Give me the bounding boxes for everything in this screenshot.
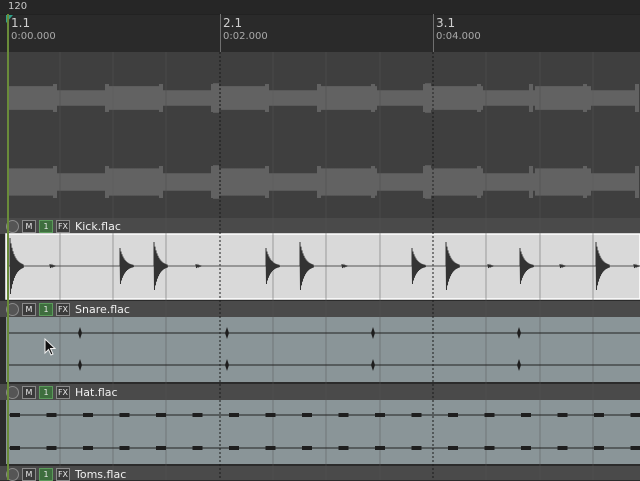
hat-transient — [266, 446, 276, 450]
hat-transient — [10, 413, 20, 417]
hat-transient — [156, 413, 166, 417]
mute-button[interactable]: M — [22, 303, 36, 316]
time-label: 0:00.000 — [11, 31, 56, 42]
take-button[interactable]: 1 — [39, 303, 53, 316]
hat-transient — [229, 413, 239, 417]
play-cursor[interactable] — [7, 14, 9, 480]
hat-transient — [266, 413, 276, 417]
mute-button[interactable]: M — [22, 386, 36, 399]
hat-transient — [631, 413, 640, 417]
hat-transient — [558, 413, 568, 417]
hat-transient — [83, 446, 93, 450]
fx-button[interactable]: FX — [56, 220, 70, 233]
track-area[interactable] — [0, 52, 640, 480]
hat-transient — [47, 446, 57, 450]
item-name: Kick.flac — [75, 220, 121, 233]
tempo-lane[interactable]: 120 — [0, 0, 640, 15]
hat-transient — [120, 413, 130, 417]
timeline-ruler[interactable]: 120 1.1 0:00.000 2.1 0:02.000 3.1 0:04.0… — [0, 0, 640, 52]
hat-transient — [47, 413, 57, 417]
hat-transient — [485, 413, 495, 417]
bar-tick — [433, 14, 434, 52]
hat-transient — [193, 413, 203, 417]
hat-transient — [83, 413, 93, 417]
item-header-hat[interactable]: M 1 FX Hat.flac — [6, 385, 118, 399]
hat-transient — [521, 413, 531, 417]
hat-transient — [339, 446, 349, 450]
fx-button[interactable]: FX — [56, 468, 70, 481]
hat-transient — [521, 446, 531, 450]
hat-transient — [10, 446, 20, 450]
hat-transient — [229, 446, 239, 450]
mute-button[interactable]: M — [22, 220, 36, 233]
hat-transient — [485, 446, 495, 450]
hat-transient — [412, 446, 422, 450]
hat-transient — [193, 446, 203, 450]
fx-button[interactable]: FX — [56, 303, 70, 316]
hat-transient — [594, 413, 604, 417]
bar-label: 3.1 — [436, 16, 455, 30]
bar-label: 1.1 — [11, 16, 30, 30]
hat-transient — [448, 446, 458, 450]
hat-transient — [375, 413, 385, 417]
mouse-pointer-icon — [44, 338, 58, 358]
item-header-kick[interactable]: M 1 FX Kick.flac — [6, 219, 121, 233]
item-header-snare[interactable]: M 1 FX Snare.flac — [6, 302, 130, 316]
hat-transient — [302, 446, 312, 450]
item-name: Snare.flac — [75, 303, 130, 316]
hat-transient — [631, 446, 640, 450]
hat-transient — [156, 446, 166, 450]
take-button[interactable]: 1 — [39, 220, 53, 233]
item-background — [6, 317, 640, 382]
hat-transient — [302, 413, 312, 417]
hat-transient — [120, 446, 130, 450]
hat-transient — [339, 413, 349, 417]
hat-transient — [594, 446, 604, 450]
fx-button[interactable]: FX — [56, 386, 70, 399]
hat-transient — [558, 446, 568, 450]
bar-label: 2.1 — [223, 16, 242, 30]
item-name: Toms.flac — [75, 468, 126, 481]
hat-transient — [375, 446, 385, 450]
time-label: 0:02.000 — [223, 31, 268, 42]
hat-transient — [412, 413, 422, 417]
track-canvas[interactable] — [0, 52, 640, 480]
item-header-toms[interactable]: M 1 FX Toms.flac — [6, 467, 126, 481]
tempo-marker[interactable]: 120 — [8, 1, 27, 12]
time-label: 0:04.000 — [436, 31, 481, 42]
take-button[interactable]: 1 — [39, 468, 53, 481]
hat-transient — [448, 413, 458, 417]
item-name: Hat.flac — [75, 386, 118, 399]
mute-button[interactable]: M — [22, 468, 36, 481]
bar-tick — [220, 14, 221, 52]
item-background — [6, 400, 640, 464]
take-button[interactable]: 1 — [39, 386, 53, 399]
